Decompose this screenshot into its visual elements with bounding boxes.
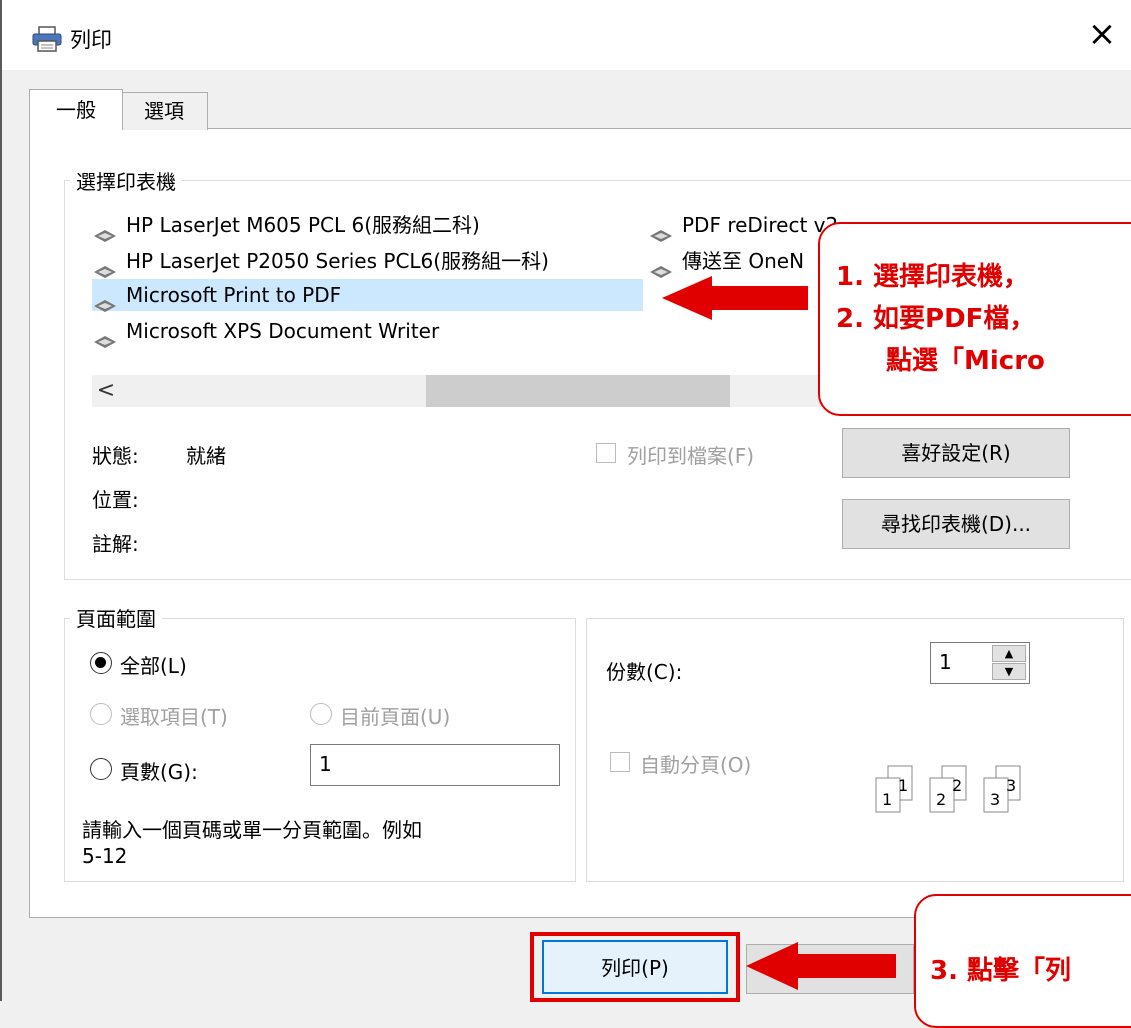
printer-name: PDF reDirect v2 [682, 213, 839, 237]
title-bar [0, 0, 1131, 70]
collate-page-number: 3 [1006, 776, 1017, 795]
annotation-text-1: 1. 選擇印表機， [836, 262, 1030, 292]
window-edge [0, 0, 2, 1001]
annotation-arrow-icon [746, 940, 898, 992]
radio-current-page-label: 目前頁面(U) [340, 705, 451, 729]
window-title: 列印 [70, 28, 112, 52]
printer-item[interactable]: Microsoft XPS Document Writer [92, 315, 440, 348]
tab-options[interactable]: 選項 [120, 92, 208, 130]
printer-item[interactable]: 傳送至 OneN [648, 245, 805, 278]
location-label: 位置: [92, 488, 139, 512]
radio-pages-label: 頁數(G): [120, 760, 198, 784]
collate-label: 自動分頁(O) [640, 753, 752, 777]
print-button[interactable]: 列印(P) [542, 940, 728, 994]
printer-item[interactable]: HP LaserJet P2050 Series PCL6(服務組一科) [92, 245, 549, 278]
printer-item[interactable]: PDF reDirect v2 [648, 209, 839, 242]
printer-name: Microsoft Print to PDF [126, 283, 342, 307]
comment-label: 註解: [92, 532, 139, 556]
preferences-button[interactable]: 喜好設定(R) [842, 428, 1070, 478]
copies-label: 份數(C): [606, 660, 683, 684]
radio-all[interactable] [90, 652, 112, 674]
printer-icon [92, 326, 118, 348]
printer-icon [92, 220, 118, 242]
scrollbar-thumb[interactable] [426, 375, 730, 407]
page-range-hint-line1: 請輸入一個頁碼或單一分頁範圍。例如 [82, 818, 422, 842]
collate-checkbox[interactable] [610, 752, 630, 772]
find-printer-button[interactable]: 尋找印表機(D)... [842, 499, 1070, 549]
page-range-hint-line2: 5-12 [82, 844, 128, 868]
annotation-arrow-icon [662, 274, 810, 322]
printer-name: HP LaserJet M605 PCL 6(服務組二科) [126, 213, 480, 237]
page-range-legend: 頁面範圍 [70, 603, 162, 632]
printer-icon [92, 256, 118, 278]
close-icon[interactable]: × [1086, 17, 1118, 51]
radio-selection-label: 選取項目(T) [120, 705, 228, 729]
printer-item-selected[interactable]: Microsoft Print to PDF [92, 279, 643, 312]
radio-selection[interactable] [90, 703, 112, 725]
printer-icon [648, 256, 674, 278]
tab-general[interactable]: 一般 [29, 89, 123, 130]
annotation-text-print: 3. 點擊「列 [930, 956, 1072, 986]
print-to-file-label: 列印到檔案(F) [627, 444, 755, 468]
status-value: 就緒 [186, 444, 226, 468]
spin-up-icon[interactable]: ▲ [992, 645, 1026, 662]
collate-page-number: 2 [936, 790, 947, 809]
collate-preview-icon: 1 1 2 2 3 3 [872, 764, 1034, 816]
annotation-text-2: 2. 如要PDF檔， [836, 304, 1036, 334]
status-label: 狀態: [92, 444, 139, 468]
pages-input[interactable]: 1 [310, 744, 560, 786]
printer-icon [92, 290, 118, 312]
select-printer-legend: 選擇印表機 [70, 166, 182, 195]
printer-icon [648, 220, 674, 242]
collate-page-number: 3 [990, 790, 1001, 809]
printer-icon [32, 26, 62, 52]
annotation-text-3: 點選「Micro [886, 346, 1045, 376]
copies-value: 1 [939, 650, 952, 674]
printer-name: HP LaserJet P2050 Series PCL6(服務組一科) [126, 249, 549, 273]
spin-down-icon[interactable]: ▼ [992, 663, 1026, 680]
scroll-left-icon[interactable]: < [92, 375, 120, 407]
print-to-file-checkbox[interactable] [596, 443, 616, 463]
copies-spinner[interactable]: ▲ ▼ [992, 645, 1026, 681]
printer-name: Microsoft XPS Document Writer [126, 319, 440, 343]
radio-selected-dot [95, 657, 106, 668]
radio-current-page[interactable] [310, 703, 332, 725]
collate-page-number: 1 [882, 790, 893, 809]
radio-all-label: 全部(L) [120, 654, 187, 678]
collate-page-number: 1 [898, 776, 909, 795]
radio-pages[interactable] [90, 758, 112, 780]
printer-name: 傳送至 OneN [682, 249, 805, 273]
printer-item[interactable]: HP LaserJet M605 PCL 6(服務組二科) [92, 209, 480, 242]
collate-page-number: 2 [952, 776, 963, 795]
